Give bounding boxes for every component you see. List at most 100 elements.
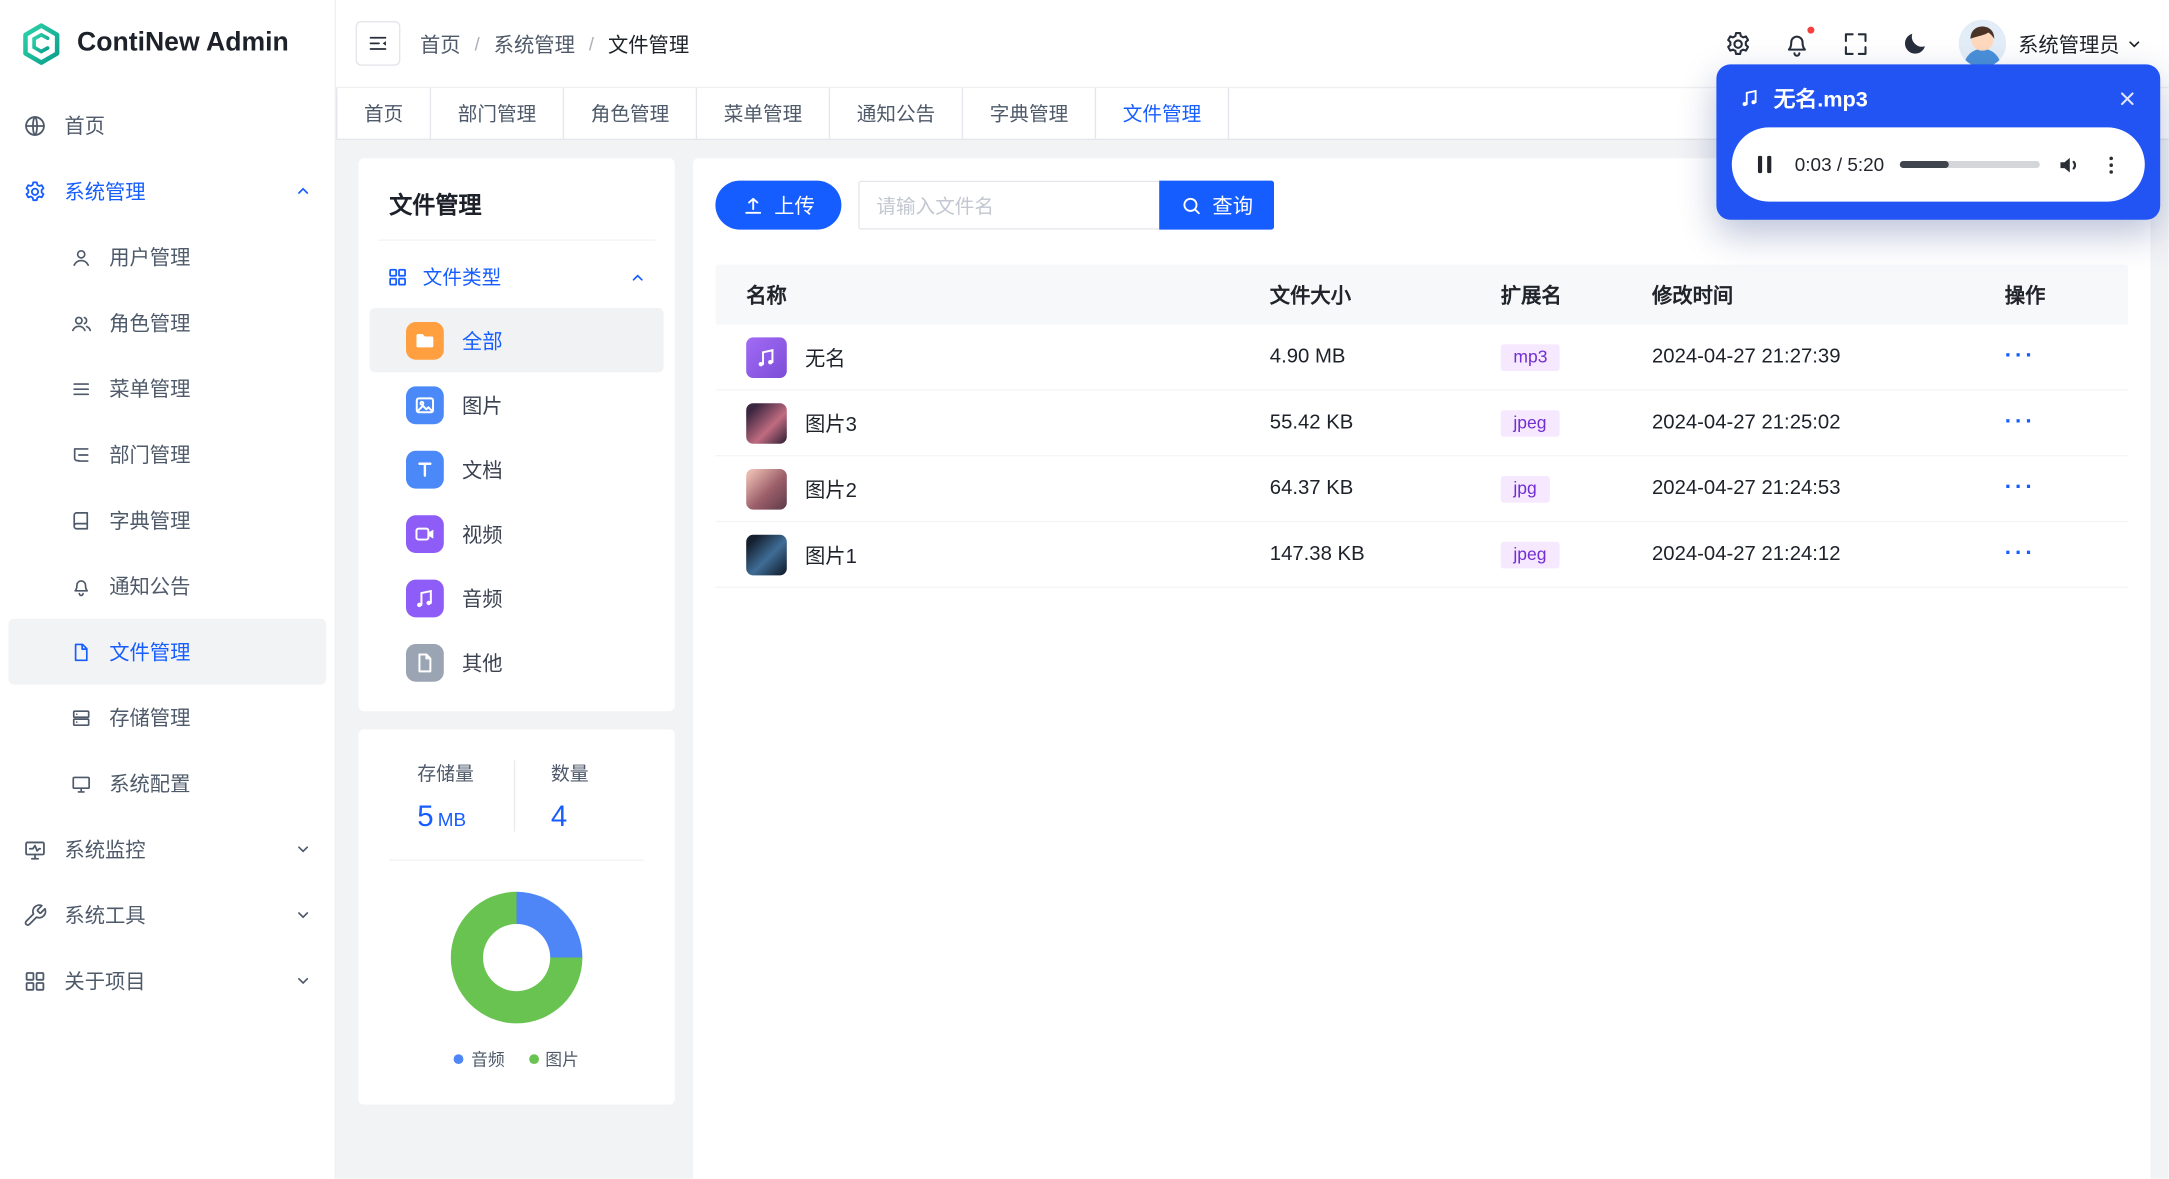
tab-file-management[interactable]: 文件管理 (1096, 88, 1230, 139)
sidebar-item-system-config[interactable]: 系统配置 (8, 750, 326, 816)
file-type-item-images[interactable]: 图片 (370, 372, 664, 436)
settings-button[interactable] (1723, 29, 1752, 58)
sidebar-item-system-tools[interactable]: 系统工具 (0, 882, 335, 948)
dark-mode-button[interactable] (1899, 29, 1928, 58)
stats-row: 存储量 5 MB 数量 4 (378, 755, 655, 860)
header-size: 文件大小 (1269, 285, 1351, 308)
donut-hole (483, 924, 551, 992)
file-type-item-all[interactable]: 全部 (369, 308, 664, 373)
username: 系统管理员 (2018, 29, 2143, 58)
audio-file-icon (746, 336, 787, 378)
audio-player: 无名.mp3 0:03 / 5:20 (1716, 64, 2161, 220)
tree-icon (73, 447, 89, 462)
sidebar-item-file-management[interactable]: 文件管理 (8, 618, 327, 685)
sidebar-item-label: 通知公告 (109, 576, 191, 600)
table-row[interactable]: 无名 4.90 MB mp3 2024-04-27 21:27:39 ··· (715, 325, 2129, 391)
row-actions-button[interactable]: ··· (2005, 410, 2036, 434)
player-menu-button[interactable] (2099, 152, 2124, 177)
upload-button[interactable]: 上传 (715, 180, 842, 230)
file-type-item-audio[interactable]: 音频 (370, 566, 664, 630)
breadcrumb-item-system-management[interactable]: 系统管理 (494, 29, 575, 58)
chevron-down-icon (2129, 40, 2140, 47)
notifications-button[interactable] (1782, 24, 1816, 58)
volume-button[interactable] (2055, 151, 2083, 179)
search-icon (1183, 197, 1200, 214)
search-input[interactable] (858, 180, 1160, 230)
image-thumbnail (746, 402, 787, 444)
player-controls: 0:03 / 5:20 (1731, 127, 2145, 202)
file-size: 64.37 KB (1269, 477, 1354, 500)
sidebar-item-department-management[interactable]: 部门管理 (8, 421, 326, 487)
file-type-item-other[interactable]: 其他 (370, 630, 664, 694)
app-root: ContiNew Admin 首页 系统管理 用户管理 角色管理 菜单管理 部门… (0, 0, 2169, 1179)
player-close-button[interactable] (2117, 88, 2138, 109)
sidebar-item-dictionary-management[interactable]: 字典管理 (8, 487, 326, 553)
legend-item-audio[interactable]: 音频 (454, 1047, 505, 1071)
sidebar-item-user-management[interactable]: 用户管理 (8, 224, 326, 290)
sidebar-item-label: 存储管理 (109, 708, 191, 731)
query-button[interactable]: 查询 (1159, 180, 1274, 230)
sidebar-item-label: 系统监控 (64, 840, 146, 863)
sidebar-submenu: 用户管理 角色管理 菜单管理 部门管理 字典管理 通知公告 文件管理 存储管理 … (0, 224, 335, 816)
file-table: 名称 文件大小 扩展名 修改时间 操作 无名 4.90 MB mp3 2024-… (715, 264, 2129, 588)
legend-item-images[interactable]: 图片 (528, 1047, 579, 1071)
count-label: 数量 (550, 763, 589, 784)
collapse-sidebar-icon (369, 36, 387, 50)
tab-dictionary-management[interactable]: 字典管理 (963, 88, 1097, 139)
file-type-item-documents[interactable]: 文档 (370, 437, 664, 501)
file-type-label: 文档 (462, 459, 503, 483)
row-actions-button[interactable]: ··· (2005, 344, 2036, 368)
file-panel-title: 文件管理 (378, 175, 656, 241)
row-actions-button[interactable]: ··· (2005, 542, 2036, 566)
file-ext-tag: jpeg (1500, 541, 1560, 568)
file-modified-time: 2024-04-27 21:27:39 (1652, 345, 1841, 369)
sidebar-item-label: 系统配置 (109, 774, 191, 797)
sidebar-item-notice[interactable]: 通知公告 (8, 553, 326, 619)
notification-dot (1805, 24, 1816, 35)
chevron-up-icon (632, 273, 643, 280)
breadcrumb-item-home[interactable]: 首页 (420, 29, 461, 58)
file-size: 4.90 MB (1269, 345, 1346, 369)
sidebar-item-role-management[interactable]: 角色管理 (8, 290, 326, 356)
user-menu[interactable]: 系统管理员 (1957, 19, 2143, 68)
sidebar-item-home[interactable]: 首页 (0, 92, 335, 158)
sidebar-item-menu-management[interactable]: 菜单管理 (8, 356, 326, 422)
file-modified-time: 2024-04-27 21:25:02 (1652, 411, 1841, 434)
sidebar-item-storage-management[interactable]: 存储管理 (8, 685, 326, 751)
sidebar-item-label: 系统工具 (64, 905, 146, 929)
row-actions-button[interactable]: ··· (2005, 476, 2036, 500)
book-icon (73, 511, 89, 529)
brand[interactable]: ContiNew Admin (0, 0, 335, 87)
legend-label: 图片 (545, 1050, 579, 1070)
file-name: 图片2 (805, 479, 857, 502)
chevron-down-icon (298, 846, 309, 853)
fullscreen-button[interactable] (1840, 29, 1869, 58)
tab-department-management[interactable]: 部门管理 (431, 88, 565, 139)
user-icon (73, 249, 90, 266)
image-thumbnail (746, 534, 787, 575)
table-row[interactable]: 图片3 55.42 KB jpeg 2024-04-27 21:25:02 ··… (715, 391, 2129, 457)
tab-notice[interactable]: 通知公告 (830, 88, 964, 139)
topbar-actions: 系统管理员 (1723, 19, 2144, 68)
tab-role-management[interactable]: 角色管理 (564, 88, 698, 139)
sidebar-item-about-project[interactable]: 关于项目 (0, 948, 335, 1014)
file-type-item-videos[interactable]: 视频 (370, 501, 664, 565)
storage-number: 5 (417, 800, 434, 833)
table-row[interactable]: 图片1 147.38 KB jpeg 2024-04-27 21:24:12 ·… (715, 522, 2129, 588)
breadcrumb: 首页 / 系统管理 / 文件管理 (420, 29, 689, 58)
table-row[interactable]: 图片2 64.37 KB jpg 2024-04-27 21:24:53 ··· (715, 456, 2129, 523)
header-actions: 操作 (2004, 285, 2046, 308)
sidebar-item-label: 用户管理 (109, 247, 191, 271)
sidebar-item-system-management[interactable]: 系统管理 (0, 158, 335, 224)
tab-home[interactable]: 首页 (336, 88, 432, 139)
storage-label: 存储量 (417, 763, 474, 784)
collapse-sidebar-button[interactable] (355, 21, 401, 66)
sidebar-item-label: 字典管理 (109, 511, 191, 534)
gear-icon (25, 180, 45, 201)
pause-button[interactable] (1750, 150, 1779, 179)
sidebar-item-system-monitor[interactable]: 系统监控 (0, 816, 335, 882)
legend-label: 音频 (471, 1050, 505, 1070)
player-progress-bar[interactable] (1899, 161, 2040, 168)
tab-menu-management[interactable]: 菜单管理 (697, 88, 831, 139)
file-type-group[interactable]: 文件类型 (370, 252, 664, 308)
